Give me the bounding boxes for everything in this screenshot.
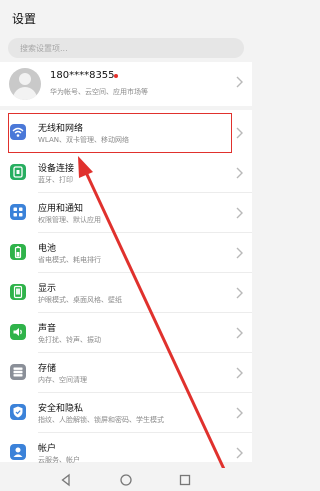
device-connection-icon xyxy=(10,164,26,180)
chevron-right-icon xyxy=(234,326,244,340)
settings-item-subtitle: 内存、空间清理 xyxy=(38,376,87,384)
avatar-head-shape xyxy=(19,73,31,85)
battery-icon xyxy=(10,244,26,260)
settings-item-device-connection[interactable]: 设备连接 蓝牙、打印 xyxy=(0,153,252,193)
chevron-right-icon xyxy=(234,286,244,300)
home-icon[interactable] xyxy=(118,472,134,488)
settings-item-display[interactable]: 显示 护眼模式、桌面风格、壁纸 xyxy=(0,273,252,313)
settings-item-subtitle: 蓝牙、打印 xyxy=(38,176,73,184)
chevron-right-icon xyxy=(234,206,244,220)
settings-item-sound[interactable]: 声音 免打扰、铃声、振动 xyxy=(0,313,252,353)
chevron-right-icon xyxy=(234,406,244,420)
settings-item-subtitle: 云服务、帐户 xyxy=(38,456,80,464)
back-icon[interactable] xyxy=(58,472,74,488)
notification-dot xyxy=(114,74,118,78)
account-subtitle: 华为帐号、云空间、应用市场等 xyxy=(50,88,148,96)
settings-item-title: 声音 xyxy=(38,324,57,334)
settings-item-subtitle: 护眼模式、桌面风格、壁纸 xyxy=(38,296,122,304)
chevron-right-icon xyxy=(234,446,244,460)
recents-icon[interactable] xyxy=(177,472,193,488)
settings-item-apps[interactable]: 应用和通知 权限管理、默认应用 xyxy=(0,193,252,233)
settings-item-security[interactable]: 安全和隐私 指纹、人脸解锁、锁屏和密码、学生模式 xyxy=(0,393,252,433)
avatar-body-shape xyxy=(13,87,37,100)
settings-item-subtitle: 免打扰、铃声、振动 xyxy=(38,336,101,344)
page-title: 设置 xyxy=(12,12,37,26)
apps-icon xyxy=(10,204,26,220)
settings-item-title: 安全和隐私 xyxy=(38,404,84,414)
chevron-right-icon xyxy=(234,246,244,260)
avatar xyxy=(9,68,41,100)
security-icon xyxy=(10,404,26,420)
chevron-right-icon xyxy=(234,166,244,180)
settings-item-title: 应用和通知 xyxy=(38,204,84,214)
system-navigation-bar xyxy=(0,468,252,491)
settings-item-battery[interactable]: 电池 省电模式、耗电排行 xyxy=(0,233,252,273)
settings-item-title: 显示 xyxy=(38,284,57,294)
account-row[interactable]: 180****8355 华为帐号、云空间、应用市场等 xyxy=(0,62,252,106)
settings-item-title: 电池 xyxy=(38,244,57,254)
search-input[interactable] xyxy=(8,38,244,58)
display-icon xyxy=(10,284,26,300)
settings-item-subtitle: 权限管理、默认应用 xyxy=(38,216,101,224)
settings-item-accounts[interactable]: 帐户 云服务、帐户 xyxy=(0,433,252,473)
highlight-box xyxy=(8,113,232,153)
account-name: 180****8355 xyxy=(50,70,115,81)
chevron-right-icon xyxy=(234,75,244,89)
chevron-right-icon xyxy=(234,366,244,380)
settings-item-title: 帐户 xyxy=(38,444,57,454)
settings-item-subtitle: 指纹、人脸解锁、锁屏和密码、学生模式 xyxy=(38,416,164,424)
settings-item-title: 设备连接 xyxy=(38,164,75,174)
sound-icon xyxy=(10,324,26,340)
settings-item-subtitle: 省电模式、耗电排行 xyxy=(38,256,101,264)
settings-item-title: 存储 xyxy=(38,364,57,374)
storage-icon xyxy=(10,364,26,380)
chevron-right-icon xyxy=(234,126,244,140)
header-bar: 设置 xyxy=(0,0,252,36)
account-icon xyxy=(10,444,26,460)
settings-item-storage[interactable]: 存储 内存、空间清理 xyxy=(0,353,252,393)
